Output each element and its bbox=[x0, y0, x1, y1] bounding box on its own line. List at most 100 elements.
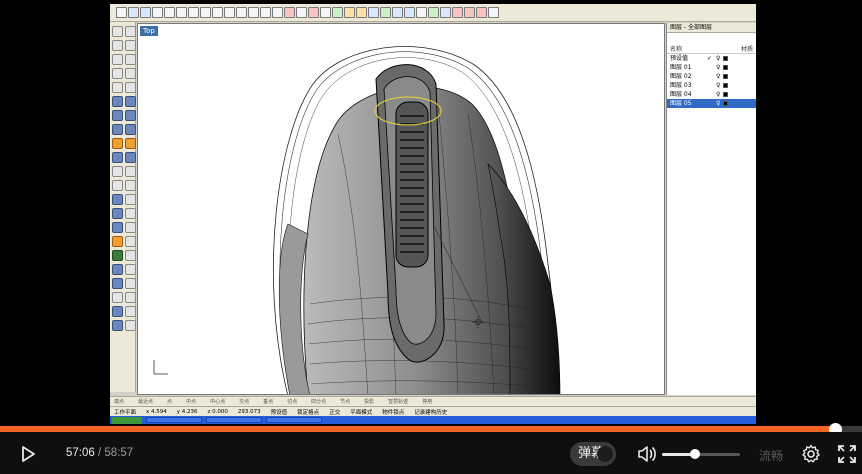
color-wheel-icon bbox=[112, 250, 123, 261]
render-tool-icon bbox=[112, 236, 123, 247]
windows-taskbar bbox=[110, 416, 756, 424]
layer-name: 图层 04 bbox=[670, 91, 692, 98]
layer-material-column: 材质 bbox=[740, 46, 753, 53]
move-icon bbox=[112, 194, 123, 205]
print-icon bbox=[152, 7, 163, 18]
osnap-option[interactable]: 停用 bbox=[422, 398, 432, 405]
layer-lock-icon[interactable]: ♀ bbox=[716, 90, 720, 99]
blank7-icon bbox=[125, 320, 136, 331]
status-planar[interactable]: 平面模式 bbox=[350, 408, 372, 416]
layer-name: 图层 01 bbox=[670, 64, 692, 71]
fillet-icon bbox=[112, 166, 123, 177]
layer-row[interactable]: 图层 03 ♀ bbox=[667, 81, 756, 90]
offset-icon bbox=[112, 180, 123, 191]
play-icon[interactable] bbox=[18, 444, 38, 464]
mouse-wireframe-model bbox=[153, 46, 561, 394]
volume-knob[interactable] bbox=[689, 449, 700, 459]
osnap-option[interactable]: 中心点 bbox=[210, 398, 225, 405]
polygon-icon bbox=[112, 68, 123, 79]
status-grid-snap[interactable]: 锁定格点 bbox=[297, 408, 319, 416]
layer-row[interactable]: 图层 04 ♀ bbox=[667, 90, 756, 99]
settings-gear-icon[interactable] bbox=[801, 444, 821, 464]
trim-icon bbox=[125, 180, 136, 191]
fullscreen-icon[interactable] bbox=[837, 444, 857, 464]
status-history[interactable]: 记录建构历史 bbox=[414, 408, 447, 416]
layer-current-check[interactable]: ✓ bbox=[707, 54, 713, 63]
osnap-option[interactable]: 中点 bbox=[186, 398, 196, 405]
status-ortho[interactable]: 正交 bbox=[329, 408, 340, 416]
rotate-view-icon bbox=[224, 7, 235, 18]
options-icon bbox=[416, 7, 427, 18]
environment-icon bbox=[476, 7, 487, 18]
layer-row[interactable]: 预设值 ✓ ♀ bbox=[667, 54, 756, 63]
osnap-option[interactable]: 端点 bbox=[114, 398, 124, 405]
danmaku-toggle[interactable]: 弹幕 bbox=[570, 442, 616, 466]
layer-row[interactable]: 图层 01 ♀ bbox=[667, 63, 756, 72]
layer-color-swatch[interactable] bbox=[723, 56, 729, 61]
osnap-option[interactable]: 最近点 bbox=[138, 398, 153, 405]
cut-icon bbox=[164, 7, 175, 18]
osnap-option[interactable]: 四分点 bbox=[311, 398, 326, 405]
osnap-option[interactable]: 切点 bbox=[287, 398, 297, 405]
top-viewport[interactable]: Top bbox=[137, 23, 665, 395]
ellipse-icon bbox=[112, 82, 123, 93]
dropdown-icon bbox=[125, 26, 136, 37]
boolean-icon bbox=[112, 138, 123, 149]
zoom-icon bbox=[236, 7, 247, 18]
osnap-option[interactable]: 交点 bbox=[239, 398, 249, 405]
start-button bbox=[112, 416, 142, 424]
mesh-icon bbox=[112, 278, 123, 289]
current-time: 57:06 bbox=[66, 447, 95, 459]
render-settings-icon bbox=[464, 7, 475, 18]
layer-color-swatch[interactable] bbox=[723, 83, 729, 88]
array-icon bbox=[125, 208, 136, 219]
layer-lock-icon[interactable]: ♀ bbox=[716, 63, 720, 72]
arc-icon bbox=[125, 54, 136, 65]
layer-row[interactable]: 图层 05 ♀ bbox=[667, 99, 756, 108]
layer-lock-icon[interactable]: ♀ bbox=[716, 54, 720, 63]
mirror-icon bbox=[112, 208, 123, 219]
loft-icon bbox=[125, 96, 136, 107]
open-file-icon bbox=[128, 7, 139, 18]
player-controls: 57:06 / 58:57 弹幕 流畅 bbox=[0, 432, 862, 474]
danmaku-switch-knob bbox=[597, 446, 613, 462]
layer-color-swatch[interactable] bbox=[723, 74, 729, 79]
osnap-option[interactable]: 投影 bbox=[364, 398, 374, 405]
osnap-option[interactable]: 智慧轨迹 bbox=[388, 398, 408, 405]
osnap-option[interactable]: 垂点 bbox=[263, 398, 273, 405]
light-icon bbox=[428, 7, 439, 18]
osnap-bar[interactable]: 端点 最近点 点 中点 中心点 交点 垂点 切点 四分点 节点 投影 智慧轨迹 停用 bbox=[110, 396, 756, 406]
osnap-option[interactable]: 节点 bbox=[340, 398, 350, 405]
blank6-icon bbox=[125, 306, 136, 317]
layers-header: 名称 材质 bbox=[667, 45, 756, 54]
four-views-icon bbox=[296, 7, 307, 18]
quality-selector[interactable]: 流畅 bbox=[759, 447, 783, 464]
osnap-option[interactable]: 点 bbox=[167, 398, 172, 405]
layer-lock-icon[interactable]: ♀ bbox=[716, 72, 720, 81]
layer-list[interactable]: 预设值 ✓ ♀ 图层 01 ♀ 图层 02 ♀ 图层 03 ♀ 图层 04 ♀ 图层 05 ♀ bbox=[667, 54, 756, 108]
status-osnap[interactable]: 物件锁点 bbox=[382, 408, 404, 416]
status-z: z 0.000 bbox=[207, 408, 228, 415]
free-curve-icon bbox=[125, 82, 136, 93]
project-icon bbox=[112, 222, 123, 233]
taskbar-item bbox=[266, 417, 322, 423]
layer-lock-icon[interactable]: ♀ bbox=[716, 99, 720, 108]
status-layer[interactable]: 预设值 bbox=[271, 408, 288, 416]
zoom-window-icon bbox=[248, 7, 259, 18]
layer-color-swatch[interactable] bbox=[723, 101, 729, 106]
volume-slider[interactable] bbox=[662, 449, 740, 459]
layer-color-swatch[interactable] bbox=[723, 92, 729, 97]
curve-icon bbox=[125, 40, 136, 51]
solid-tools-icon bbox=[112, 320, 123, 331]
lock-icon bbox=[344, 7, 355, 18]
volume-icon[interactable] bbox=[636, 444, 656, 464]
layer-lock-icon[interactable]: ♀ bbox=[716, 81, 720, 90]
layers-panel[interactable]: 图层 - 全部图层 名称 材质 预设值 ✓ ♀ 图层 01 ♀ 图层 02 ♀ 图层 03 ♀ 图… bbox=[666, 23, 756, 395]
layer-color-swatch[interactable] bbox=[723, 65, 729, 70]
box-icon bbox=[112, 110, 123, 121]
viewport-label[interactable]: Top bbox=[140, 26, 158, 36]
video-stage[interactable]: Top 图层 - 全部图层 名称 材质 预设值 ✓ ♀ 图层 01 ♀ 图层 02 ♀ 图层 … bbox=[0, 0, 862, 426]
video-frame[interactable]: Top 图层 - 全部图层 名称 材质 预设值 ✓ ♀ 图层 01 ♀ 图层 02 ♀ 图层 … bbox=[110, 4, 756, 424]
blank5-icon bbox=[125, 292, 136, 303]
layer-row[interactable]: 图层 02 ♀ bbox=[667, 72, 756, 81]
